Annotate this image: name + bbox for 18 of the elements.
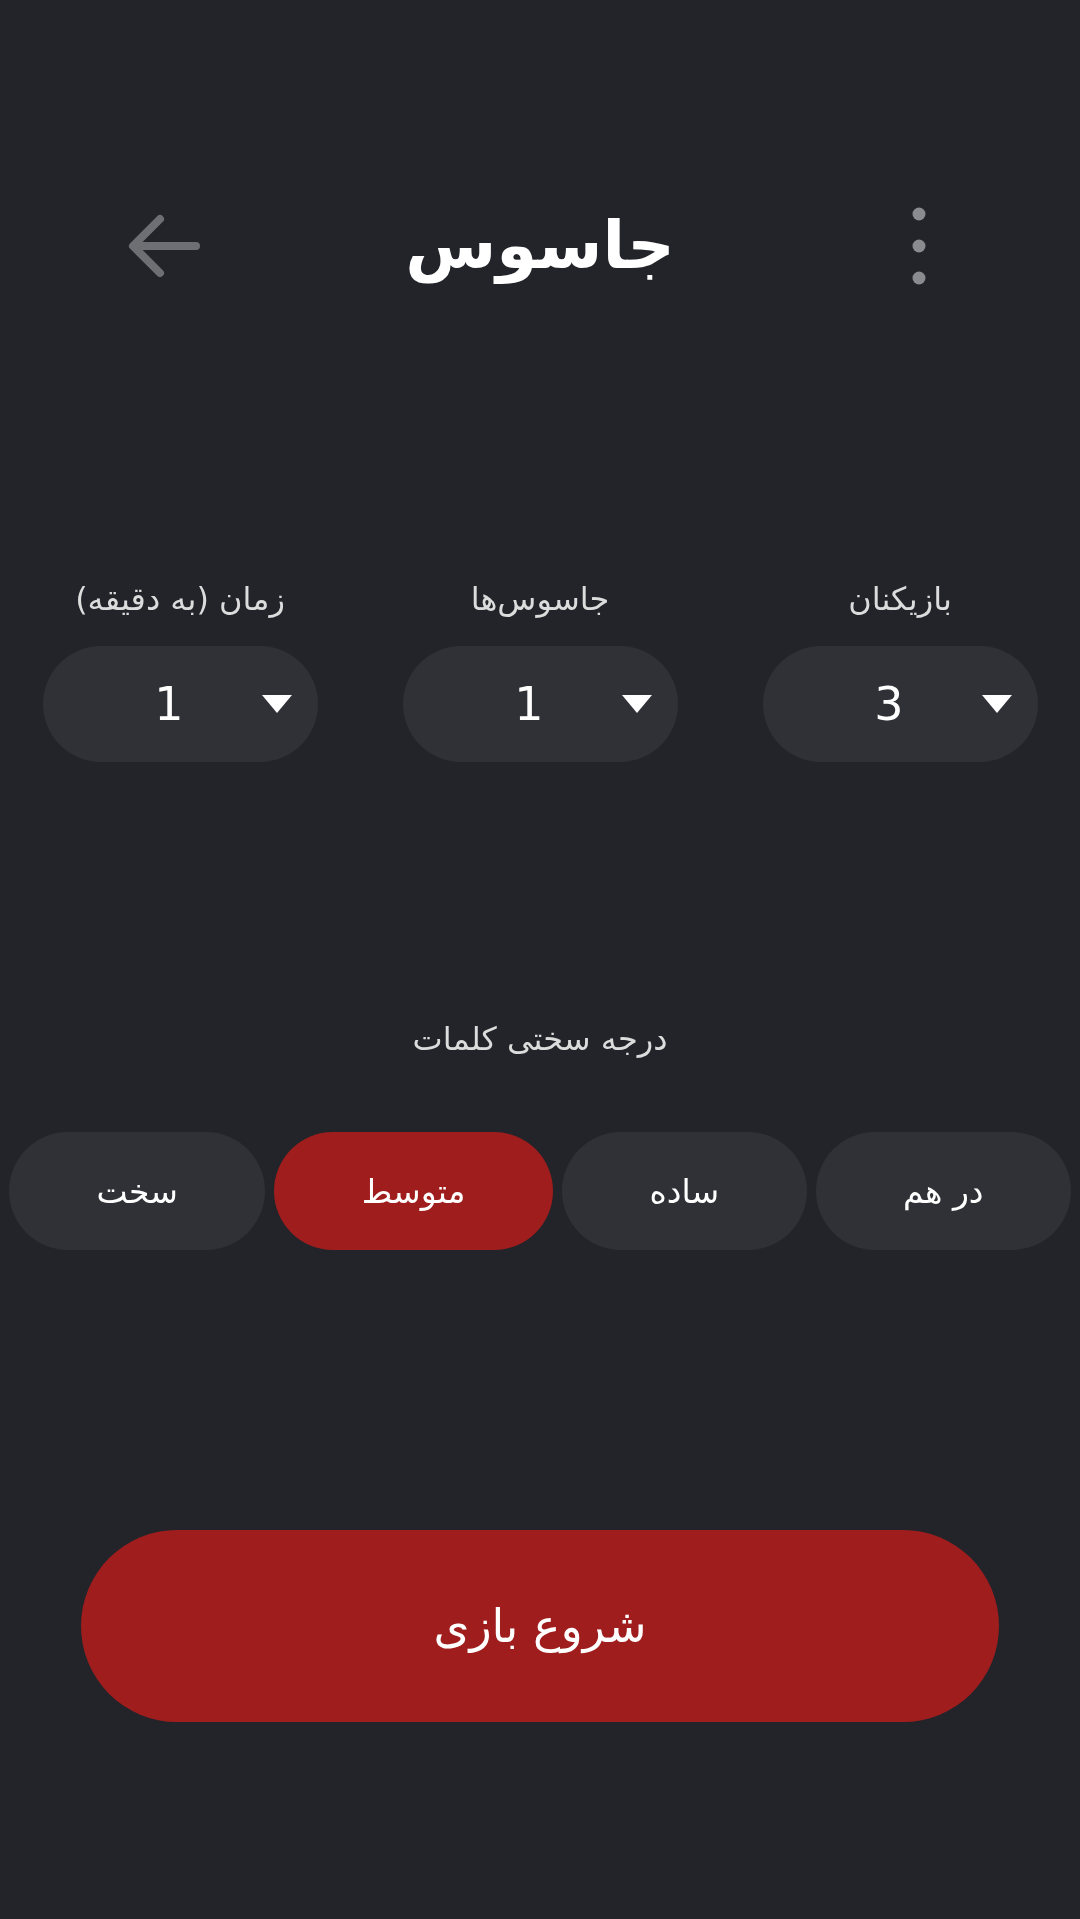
setting-label: بازیکنان — [848, 579, 952, 620]
caret-down-icon — [621, 695, 652, 713]
back-arrow-icon — [126, 213, 202, 279]
number-dropdown[interactable]: 3 — [762, 646, 1038, 762]
start-game-button[interactable]: شروع بازی — [81, 1530, 999, 1722]
difficulty-option[interactable]: سخت — [9, 1132, 266, 1250]
more-vertical-icon — [912, 207, 926, 285]
number-dropdown[interactable]: 1 — [402, 646, 678, 762]
difficulty-option[interactable]: ساده — [561, 1132, 807, 1250]
setting-label: زمان (به دقیقه) — [75, 579, 285, 620]
caret-down-icon — [261, 695, 292, 713]
difficulty-option[interactable]: متوسط — [274, 1132, 553, 1250]
setting-label: جاسوس‌ها — [470, 579, 610, 620]
difficulty-option[interactable]: در هم — [815, 1132, 1071, 1250]
caret-down-icon — [981, 695, 1012, 713]
number-dropdown[interactable]: 1 — [42, 646, 318, 762]
app-logo-title: جاسوس — [405, 206, 675, 287]
section-label: درجه سختی کلمات — [412, 1019, 668, 1060]
